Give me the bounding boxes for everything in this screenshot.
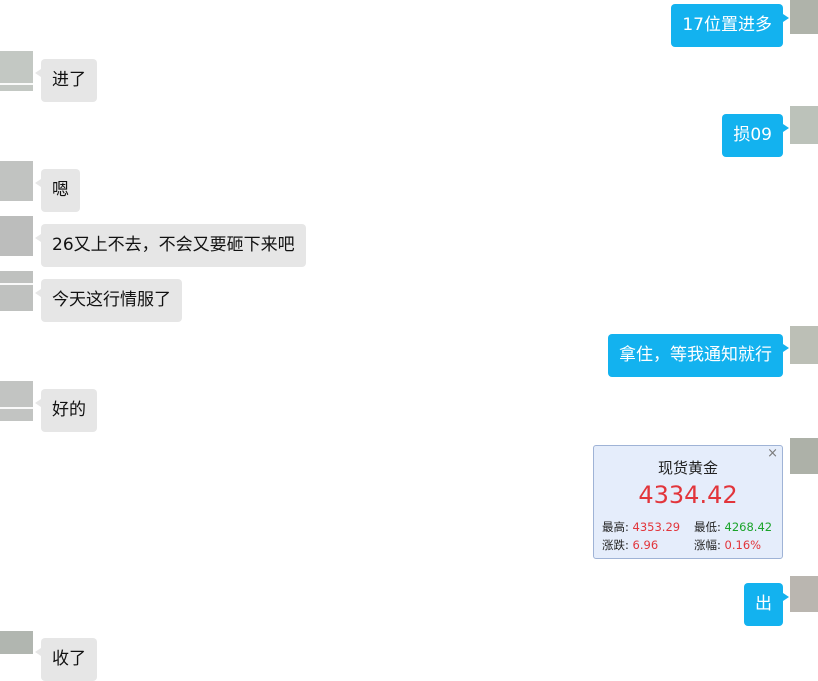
incoming-message[interactable]: 进了 xyxy=(35,59,97,102)
incoming-message[interactable]: 好的 xyxy=(35,389,97,432)
avatar[interactable] xyxy=(0,631,33,654)
avatar[interactable] xyxy=(790,576,818,612)
gold-quote-card[interactable]: × 现货黄金 4334.42 最高: 4353.29 最低: 4268.42 涨… xyxy=(593,445,783,559)
outgoing-message[interactable]: 拿住，等我通知就行 xyxy=(608,334,789,377)
incoming-message[interactable]: 嗯 xyxy=(35,169,80,212)
high-label: 最高: xyxy=(602,520,629,534)
quote-percent: 涨幅: 0.16% xyxy=(694,537,761,553)
quote-price: 4334.42 xyxy=(638,481,738,509)
quote-low: 最低: 4268.42 xyxy=(694,519,772,535)
incoming-message[interactable]: 收了 xyxy=(35,638,97,681)
outgoing-message[interactable]: 出 xyxy=(744,583,789,626)
outgoing-message[interactable]: 17位置进多 xyxy=(671,4,789,47)
avatar[interactable] xyxy=(790,106,818,144)
avatar[interactable] xyxy=(790,438,818,474)
quote-title: 现货黄金 xyxy=(657,459,718,477)
incoming-message[interactable]: 今天这行情服了 xyxy=(35,279,182,322)
quote-change: 涨跌: 6.96 xyxy=(602,537,658,553)
avatar[interactable] xyxy=(0,51,33,91)
percent-label: 涨幅: xyxy=(694,538,721,552)
change-label: 涨跌: xyxy=(602,538,629,552)
avatar[interactable] xyxy=(790,0,818,34)
avatar[interactable] xyxy=(0,216,33,256)
avatar[interactable] xyxy=(0,161,33,201)
incoming-message[interactable]: 26又上不去，不会又要砸下来吧 xyxy=(35,224,306,267)
change-value: 6.96 xyxy=(632,538,659,552)
low-label: 最低: xyxy=(694,520,721,534)
high-value: 4353.29 xyxy=(632,520,681,534)
avatar[interactable] xyxy=(790,326,818,364)
avatar[interactable] xyxy=(0,381,33,421)
low-value: 4268.42 xyxy=(724,520,773,534)
outgoing-message[interactable]: 损09 xyxy=(722,114,789,157)
quote-high: 最高: 4353.29 xyxy=(602,519,680,535)
percent-value: 0.16% xyxy=(724,538,762,552)
avatar[interactable] xyxy=(0,271,33,311)
